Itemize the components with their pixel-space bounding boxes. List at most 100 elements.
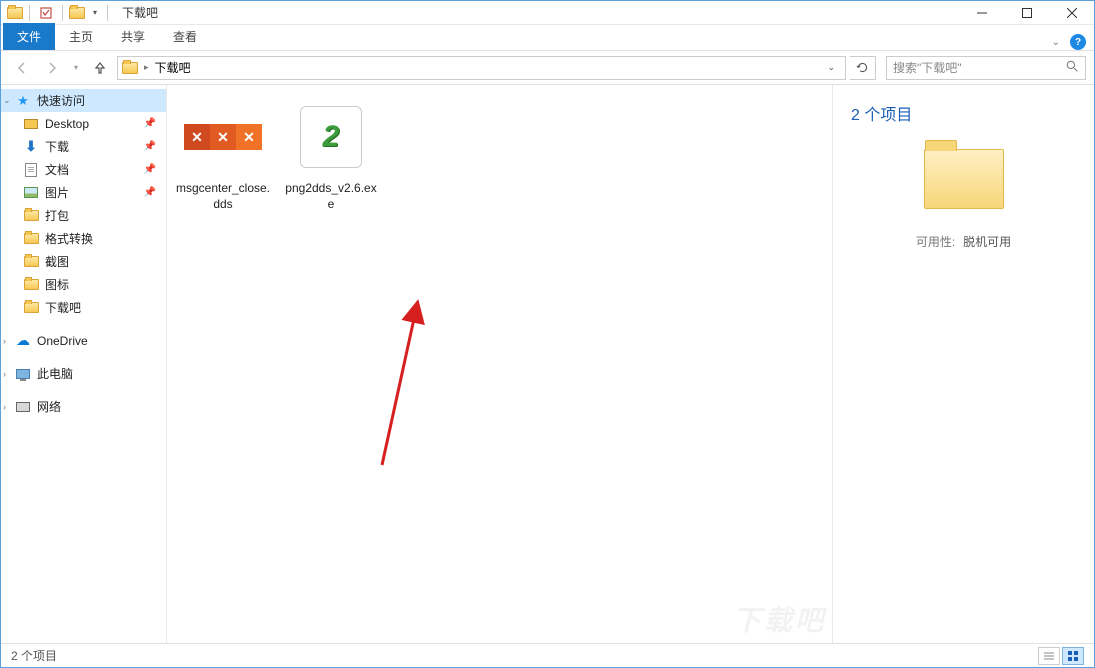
details-title: 2 个项目 xyxy=(845,101,1082,125)
sidebar-item-documents[interactable]: 文档 📌 xyxy=(1,158,166,181)
download-icon: ⬇ xyxy=(23,139,39,155)
network-icon xyxy=(16,402,30,412)
sidebar-item-folder[interactable]: 图标 xyxy=(1,273,166,296)
search-icon xyxy=(1066,60,1079,76)
address-dropdown-icon[interactable]: ⌄ xyxy=(821,62,841,73)
pin-icon: 📌 xyxy=(144,187,156,198)
app-icon[interactable] xyxy=(7,7,23,19)
folder-icon xyxy=(24,279,39,290)
sidebar-item-folder[interactable]: 格式转换 xyxy=(1,227,166,250)
expand-icon[interactable]: › xyxy=(3,402,6,412)
sidebar-network[interactable]: › 网络 xyxy=(1,395,166,418)
maximize-button[interactable] xyxy=(1004,1,1049,24)
file-name: png2dds_v2.6.exe xyxy=(283,181,379,212)
pc-icon xyxy=(16,369,30,379)
status-bar: 2 个项目 xyxy=(1,643,1094,667)
file-name: msgcenter_close.dds xyxy=(175,181,271,212)
nav-up-button[interactable] xyxy=(87,55,113,81)
file-item-dds[interactable]: ✕✕✕ msgcenter_close.dds xyxy=(175,97,271,212)
navigation-pane[interactable]: ⌄ ★ 快速访问 Desktop 📌 ⬇ 下载 📌 文档 📌 图片 xyxy=(1,85,167,643)
details-availability: 可用性: 脱机可用 xyxy=(845,233,1082,250)
sidebar-item-label: 文档 xyxy=(45,161,69,178)
files-pane[interactable]: ✕✕✕ msgcenter_close.dds 2 png2dds_v2.6.e… xyxy=(167,85,832,643)
view-details-button[interactable] xyxy=(1038,647,1060,665)
sidebar-onedrive[interactable]: › ☁ OneDrive xyxy=(1,329,166,352)
qat-properties-icon[interactable] xyxy=(36,3,56,23)
folder-icon xyxy=(24,302,39,313)
sidebar-item-desktop[interactable]: Desktop 📌 xyxy=(1,112,166,135)
qat-separator xyxy=(62,5,63,21)
address-bar[interactable]: ▸ 下载吧 ⌄ xyxy=(117,56,846,80)
explorer-window: ▾ 下载吧 文件 主页 共享 查看 ⌄ ? ▾ xyxy=(0,0,1095,668)
file-thumbnail: 2 xyxy=(291,97,371,177)
address-folder-icon xyxy=(122,62,138,74)
qat-separator xyxy=(29,5,30,21)
sidebar-item-label: 截图 xyxy=(45,253,69,270)
close-button[interactable] xyxy=(1049,1,1094,24)
expand-icon[interactable]: › xyxy=(3,369,6,379)
sidebar-item-label: 下载吧 xyxy=(45,299,81,316)
expand-icon[interactable]: ⌄ xyxy=(3,95,11,106)
minimize-button[interactable] xyxy=(959,1,1004,24)
picture-icon xyxy=(24,187,38,198)
details-pane: 2 个项目 可用性: 脱机可用 xyxy=(832,85,1094,643)
sidebar-item-folder[interactable]: 打包 xyxy=(1,204,166,227)
ribbon-tabs: 文件 主页 共享 查看 ⌄ ? xyxy=(1,25,1094,51)
view-switcher xyxy=(1038,647,1084,665)
nav-back-button[interactable] xyxy=(9,55,35,81)
sidebar-item-folder[interactable]: 截图 xyxy=(1,250,166,273)
pin-icon: 📌 xyxy=(144,164,156,175)
watermark: 下载吧 xyxy=(733,599,826,639)
breadcrumb-sep-icon[interactable]: ▸ xyxy=(144,62,149,73)
sidebar-item-label: 打包 xyxy=(45,207,69,224)
nav-recent-dropdown[interactable]: ▾ xyxy=(69,55,83,81)
pin-icon: 📌 xyxy=(144,141,156,152)
sidebar-label: 网络 xyxy=(37,398,61,415)
sidebar-item-label: 图标 xyxy=(45,276,69,293)
ribbon-tab-file[interactable]: 文件 xyxy=(3,23,55,50)
expand-icon[interactable]: › xyxy=(3,336,6,346)
window-title: 下载吧 xyxy=(122,4,158,21)
sidebar-this-pc[interactable]: › 此电脑 xyxy=(1,362,166,385)
help-icon[interactable]: ? xyxy=(1070,34,1086,50)
desktop-icon xyxy=(24,119,38,129)
sidebar-item-downloads[interactable]: ⬇ 下载 📌 xyxy=(1,135,166,158)
qat-separator xyxy=(107,5,108,21)
ribbon-tab-share[interactable]: 共享 xyxy=(107,23,159,50)
pin-icon: 📌 xyxy=(144,118,156,129)
sidebar-item-label: Desktop xyxy=(45,117,89,131)
sidebar-item-pictures[interactable]: 图片 📌 xyxy=(1,181,166,204)
ribbon-tab-home[interactable]: 主页 xyxy=(55,23,107,50)
nav-forward-button[interactable] xyxy=(39,55,65,81)
folder-icon xyxy=(24,210,39,221)
content-area: ✕✕✕ msgcenter_close.dds 2 png2dds_v2.6.e… xyxy=(167,85,1094,643)
ribbon-right: ⌄ ? xyxy=(1052,34,1094,50)
folder-icon xyxy=(24,233,39,244)
details-availability-label: 可用性: xyxy=(916,233,955,250)
refresh-button[interactable] xyxy=(850,56,876,80)
file-item-exe[interactable]: 2 png2dds_v2.6.exe xyxy=(283,97,379,212)
sidebar-item-folder[interactable]: 下载吧 xyxy=(1,296,166,319)
sidebar-label: 快速访问 xyxy=(37,92,85,109)
view-icons-button[interactable] xyxy=(1062,647,1084,665)
sidebar-label: 此电脑 xyxy=(37,365,73,382)
sidebar-quick-access[interactable]: ⌄ ★ 快速访问 xyxy=(1,89,166,112)
status-item-count: 2 个项目 xyxy=(11,647,57,664)
qat-customize-dropdown[interactable]: ▾ xyxy=(89,8,101,17)
sidebar-item-label: 格式转换 xyxy=(45,230,93,247)
ribbon-tab-view[interactable]: 查看 xyxy=(159,23,211,50)
breadcrumb-current[interactable]: 下载吧 xyxy=(155,59,191,76)
search-box[interactable]: 搜索"下载吧" xyxy=(886,56,1086,80)
sidebar-item-label: 下载 xyxy=(45,138,69,155)
sidebar-label: OneDrive xyxy=(37,334,88,348)
search-placeholder: 搜索"下载吧" xyxy=(893,59,962,76)
file-thumbnail: ✕✕✕ xyxy=(183,97,263,177)
navigation-bar: ▾ ▸ 下载吧 ⌄ 搜索"下载吧" xyxy=(1,51,1094,85)
window-controls xyxy=(959,1,1094,24)
qat-new-folder-icon[interactable] xyxy=(69,7,85,19)
quick-access-toolbar: ▾ 下载吧 xyxy=(1,3,158,23)
dds-preview-icon: ✕✕✕ xyxy=(184,124,262,150)
ribbon-expand-icon[interactable]: ⌄ xyxy=(1052,37,1060,48)
title-bar: ▾ 下载吧 xyxy=(1,1,1094,25)
folder-icon xyxy=(24,256,39,267)
